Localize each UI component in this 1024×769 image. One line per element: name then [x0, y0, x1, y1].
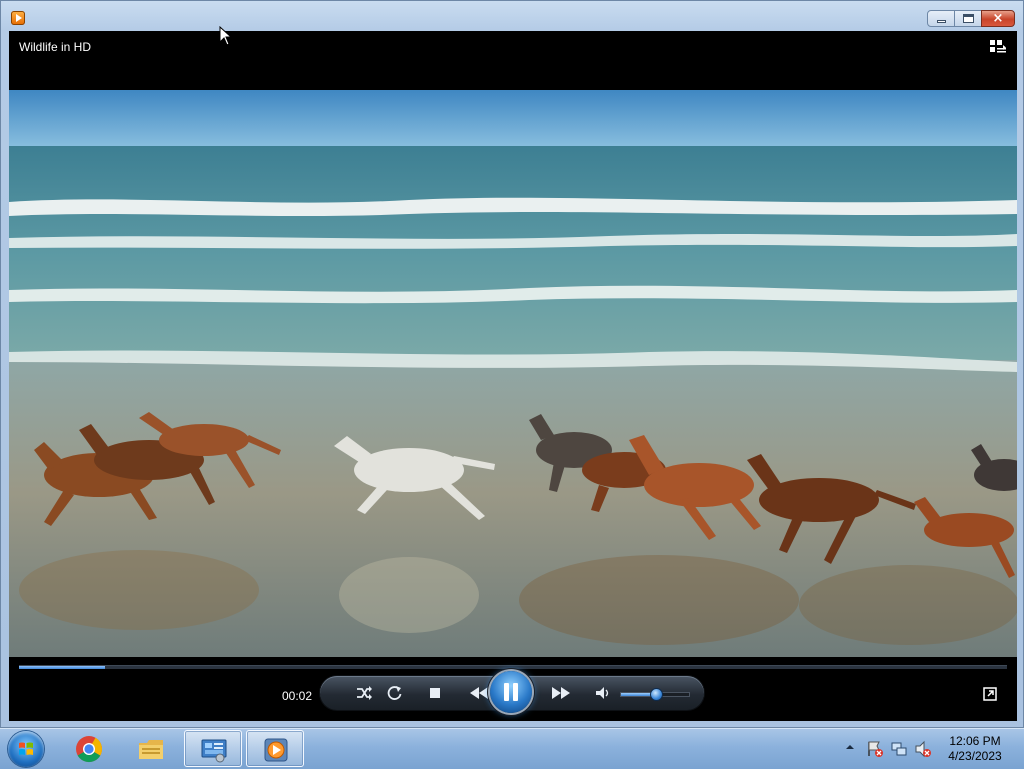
close-icon: × — [992, 11, 1004, 26]
repeat-icon — [387, 686, 402, 700]
shuffle-button[interactable] — [355, 685, 373, 701]
switch-to-library-icon — [990, 40, 1006, 53]
taskbar-chrome[interactable] — [60, 730, 118, 767]
mute-button[interactable] — [594, 685, 612, 701]
system-clock[interactable]: 12:06 PM 4/23/2023 — [940, 734, 1010, 764]
stop-icon — [430, 688, 440, 698]
maximize-icon — [963, 14, 974, 23]
mouse-cursor-icon — [219, 25, 233, 46]
title-bar[interactable]: × — [1, 1, 1023, 31]
pause-icon — [513, 683, 518, 701]
volume-thumb[interactable] — [650, 688, 663, 701]
fast-forward-icon — [552, 687, 570, 699]
action-center-icon[interactable] — [866, 740, 884, 758]
elapsed-time: 00:02 — [282, 689, 313, 703]
shuffle-icon — [357, 686, 372, 700]
start-button[interactable] — [8, 731, 44, 767]
media-title: Wildlife in HD — [19, 40, 92, 54]
file-explorer-icon — [139, 740, 163, 759]
show-hidden-icons-icon[interactable] — [845, 742, 855, 752]
taskbar-control-panel[interactable] — [184, 730, 242, 767]
playback-controls — [320, 671, 704, 713]
window-controls: × — [927, 10, 1015, 27]
video-frame[interactable] — [9, 90, 1017, 657]
rewind-icon — [470, 687, 488, 699]
taskbar-file-explorer[interactable] — [122, 730, 180, 767]
windows-logo-icon — [19, 742, 33, 755]
volume-slider[interactable] — [620, 688, 690, 701]
speaker-icon — [596, 687, 609, 699]
chrome-icon — [76, 736, 103, 763]
minimize-icon — [937, 20, 946, 23]
seek-bar[interactable] — [19, 665, 1007, 669]
windows-media-player-icon[interactable] — [11, 11, 25, 25]
pause-icon — [504, 683, 509, 701]
stop-button[interactable] — [426, 685, 444, 701]
previous-button[interactable] — [467, 685, 491, 701]
maximize-button[interactable] — [954, 10, 982, 27]
clock-date: 4/23/2023 — [948, 749, 1002, 763]
media-player-window: × Wildlife in HD 00:02 — [0, 0, 1024, 728]
close-button[interactable]: × — [981, 10, 1015, 27]
repeat-button[interactable] — [386, 685, 404, 701]
network-icon[interactable] — [890, 740, 908, 758]
taskbar: 12:06 PM 4/23/2023 — [0, 728, 1024, 769]
taskbar-windows-media-player[interactable] — [246, 730, 304, 767]
switch-to-library-button[interactable] — [989, 39, 1007, 55]
fullscreen-icon — [983, 687, 997, 701]
video-image-horses-on-beach — [9, 90, 1017, 657]
fullscreen-button[interactable] — [983, 687, 997, 701]
seek-progress — [19, 666, 105, 669]
windows-media-player-icon — [264, 738, 288, 762]
pause-button[interactable] — [490, 671, 532, 713]
clock-time: 12:06 PM — [949, 734, 1001, 748]
volume-muted-icon[interactable] — [914, 740, 932, 758]
minimize-button[interactable] — [927, 10, 955, 27]
now-playing-area[interactable]: Wildlife in HD 00:02 — [9, 31, 1017, 721]
next-button[interactable] — [549, 685, 573, 701]
control-panel-icon — [201, 739, 227, 763]
